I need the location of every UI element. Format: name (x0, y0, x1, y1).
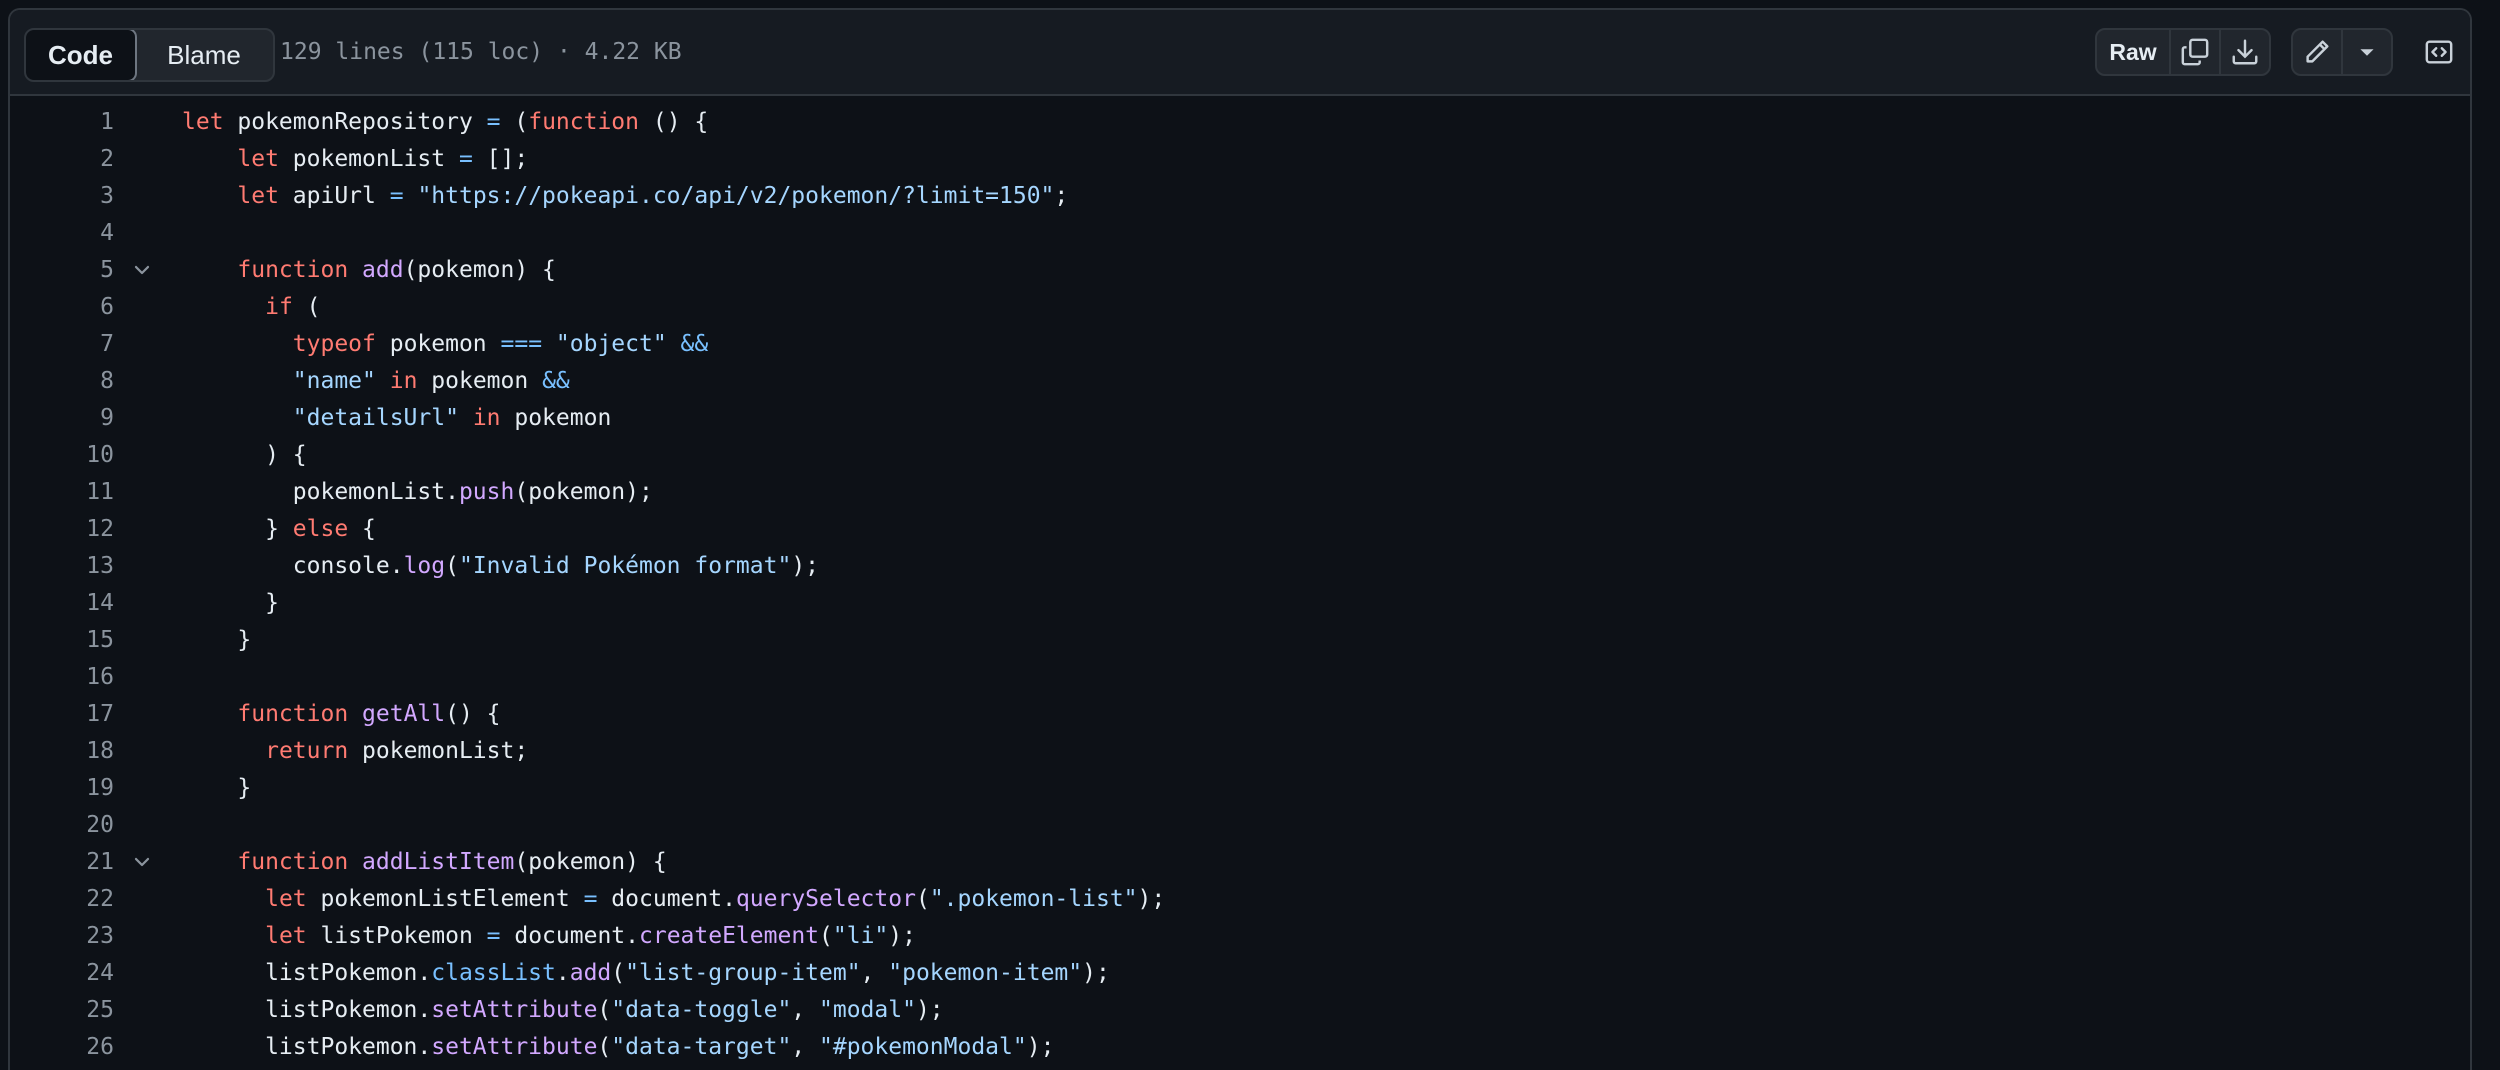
line-number[interactable]: 8 (10, 363, 114, 400)
edit-file-button[interactable] (2291, 28, 2343, 76)
code-line: 8 "name" in pokemon && (10, 363, 2470, 400)
line-number[interactable]: 26 (10, 1029, 114, 1066)
line-number[interactable]: 10 (10, 437, 114, 474)
line-number[interactable]: 16 (10, 659, 114, 696)
code-line: 20 (10, 807, 2470, 844)
line-code: } (182, 590, 279, 616)
code-line: 14 } (10, 585, 2470, 622)
code-square-icon (2425, 40, 2453, 64)
line-number[interactable]: 13 (10, 548, 114, 585)
line-number[interactable]: 19 (10, 770, 114, 807)
line-number[interactable]: 12 (10, 511, 114, 548)
code-line: 11 pokemonList.push(pokemon); (10, 474, 2470, 511)
line-code: listPokemon.classList.add("list-group-it… (182, 960, 1110, 986)
line-number[interactable]: 18 (10, 733, 114, 770)
line-code: "detailsUrl" in pokemon (292, 405, 612, 431)
line-code: listPokemon.setAttribute("data-target", … (182, 1034, 1055, 1060)
chevron-down-icon[interactable] (130, 258, 154, 282)
raw-button[interactable]: Raw (2095, 28, 2171, 76)
line-code: } (182, 775, 252, 801)
line-code: ) { (182, 442, 307, 468)
line-code: let pokemonRepository = (function () { (182, 109, 709, 135)
line-number[interactable]: 22 (10, 881, 114, 918)
line-number[interactable]: 1 (10, 104, 114, 141)
line-code: if ( (265, 294, 321, 320)
line-number[interactable]: 20 (10, 807, 114, 844)
code-line: 19 } (10, 770, 2470, 807)
code-line: 21 function addListItem(pokemon) { (10, 844, 2470, 881)
code-line: 17 function getAll() { (10, 696, 2470, 733)
code-line: 13 console.log("Invalid Pokémon format")… (10, 548, 2470, 585)
symbols-panel-button[interactable] (2413, 28, 2465, 76)
line-number[interactable]: 24 (10, 955, 114, 992)
line-code: function add(pokemon) { (237, 257, 556, 283)
line-code: } else { (182, 516, 376, 542)
file-view: Code Blame 129 lines (115 loc) · 4.22 KB… (8, 8, 2472, 1070)
line-number[interactable]: 11 (10, 474, 114, 511)
line-code: let pokemonList = []; (237, 146, 529, 172)
code-line: 1 let pokemonRepository = (function () { (10, 104, 2470, 141)
line-code: "name" in pokemon && (292, 368, 570, 394)
line-code: let pokemonListElement = document.queryS… (265, 886, 1166, 912)
line-number[interactable]: 9 (10, 400, 114, 437)
line-number[interactable]: 2 (10, 141, 114, 178)
line-number[interactable]: 15 (10, 622, 114, 659)
code-line: 23 let listPokemon = document.createElem… (10, 918, 2470, 955)
pencil-icon (2306, 40, 2329, 63)
code-line: 4 (10, 215, 2470, 252)
code-line: 9 "detailsUrl" in pokemon (10, 400, 2470, 437)
download-button[interactable] (2219, 28, 2271, 76)
code-line: 26 listPokemon.setAttribute("data-target… (10, 1029, 2470, 1066)
line-number[interactable]: 14 (10, 585, 114, 622)
line-code: let listPokemon = document.createElement… (265, 923, 916, 949)
line-number[interactable]: 6 (10, 289, 114, 326)
code-line: 6 if ( (10, 289, 2470, 326)
code-line: 25 listPokemon.setAttribute("data-toggle… (10, 992, 2470, 1029)
code-line: 3 let apiUrl = "https://pokeapi.co/api/v… (10, 178, 2470, 215)
copy-raw-button[interactable] (2169, 28, 2221, 76)
line-code: let apiUrl = "https://pokeapi.co/api/v2/… (237, 183, 1069, 209)
view-mode-toggle: Code Blame (24, 28, 275, 82)
code-line: 2 let pokemonList = []; (10, 141, 2470, 178)
code-line: 16 (10, 659, 2470, 696)
line-code: listPokemon.setAttribute("data-toggle", … (182, 997, 944, 1023)
edit-options-button[interactable] (2341, 28, 2393, 76)
line-number[interactable]: 21 (10, 844, 114, 881)
code-line: 18 return pokemonList; (10, 733, 2470, 770)
code-line: 15 } (10, 622, 2470, 659)
line-code: } (182, 627, 252, 653)
file-stats: 129 lines (115 loc) · 4.22 KB (280, 39, 682, 65)
line-code: function addListItem(pokemon) { (237, 849, 667, 875)
tab-code[interactable]: Code (26, 30, 137, 80)
code-line: 10 ) { (10, 437, 2470, 474)
file-toolbar: Code Blame 129 lines (115 loc) · 4.22 KB… (10, 10, 2470, 96)
line-code: pokemonList.push(pokemon); (182, 479, 653, 505)
code-line: 12 } else { (10, 511, 2470, 548)
line-code: typeof pokemon === "object" && (292, 331, 709, 357)
line-number[interactable]: 4 (10, 215, 114, 252)
code-line: 22 let pokemonListElement = document.que… (10, 881, 2470, 918)
tab-blame[interactable]: Blame (135, 30, 273, 80)
line-code: function getAll() { (237, 701, 501, 727)
line-number[interactable]: 5 (10, 252, 114, 289)
code-line: 24 listPokemon.classList.add("list-group… (10, 955, 2470, 992)
download-icon (2232, 39, 2258, 65)
triangle-down-icon (2360, 49, 2374, 56)
code-line: 5 function add(pokemon) { (10, 252, 2470, 289)
line-code: console.log("Invalid Pokémon format"); (182, 553, 820, 579)
chevron-down-icon[interactable] (130, 850, 154, 874)
code-viewer[interactable]: 1 let pokemonRepository = (function () { 2… (10, 96, 2470, 1070)
copy-icon (2181, 38, 2209, 66)
line-number[interactable]: 25 (10, 992, 114, 1029)
line-number[interactable]: 17 (10, 696, 114, 733)
line-number[interactable]: 23 (10, 918, 114, 955)
code-line: 7 typeof pokemon === "object" && (10, 326, 2470, 363)
line-number[interactable]: 3 (10, 178, 114, 215)
line-number[interactable]: 7 (10, 326, 114, 363)
line-code: return pokemonList; (265, 738, 529, 764)
